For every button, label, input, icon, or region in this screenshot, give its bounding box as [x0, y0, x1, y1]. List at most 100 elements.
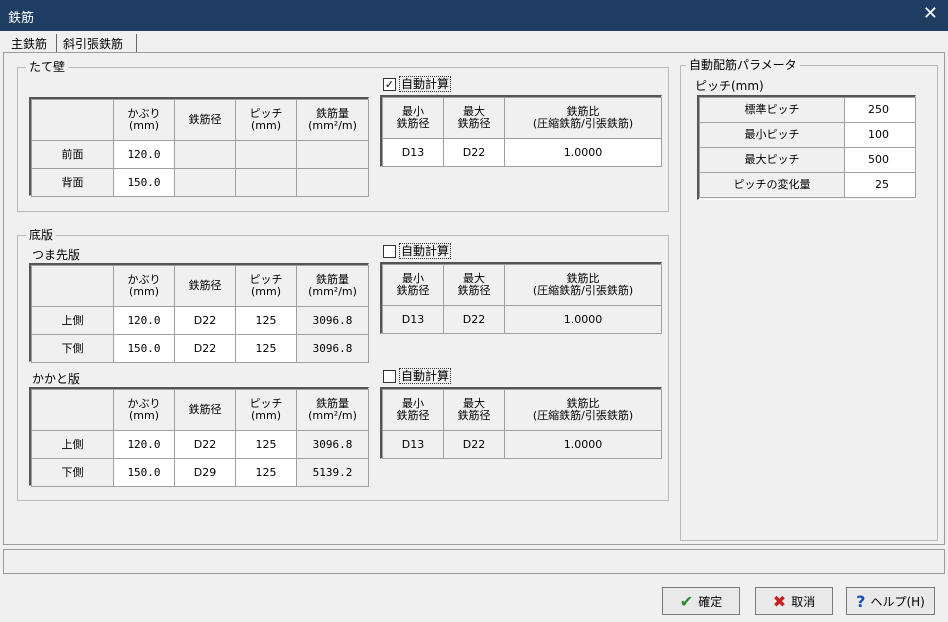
cell-area: 3096.8 [296, 430, 369, 459]
param-value-max-pitch[interactable]: 500 [844, 147, 916, 173]
tab-main-rebar[interactable]: 主鉄筋 [7, 34, 52, 54]
cell-min-diameter: D13 [382, 305, 444, 334]
cell-pitch[interactable]: 125 [235, 430, 297, 459]
cell-diameter[interactable]: D29 [174, 458, 236, 487]
table-corner [31, 99, 114, 141]
param-label-pitch-step: ピッチの変化量 [699, 172, 845, 198]
header-area: 鉄筋量 (mm²/m) [296, 265, 369, 307]
cell-diameter[interactable]: D22 [174, 306, 236, 335]
header-diameter: 鉄筋径 [174, 265, 236, 307]
close-icon[interactable]: ✕ [923, 3, 938, 24]
cell-diameter[interactable]: D22 [174, 334, 236, 363]
param-value-standard-pitch[interactable]: 250 [844, 97, 916, 123]
header-max-diameter: 最大 鉄筋径 [443, 389, 505, 431]
cell-max-diameter: D22 [443, 430, 505, 459]
auto-calc-label[interactable]: 自動計算 [399, 368, 452, 384]
header-pitch: ピッチ (mm) [235, 265, 297, 307]
row-header-front: 前面 [31, 140, 114, 169]
toe-auto-calc-checkbox[interactable]: 自動計算 [383, 243, 452, 259]
heel-rebar-table: かぶり (mm) 鉄筋径 ピッチ (mm) 鉄筋量 (mm²/m) 上側 120… [31, 389, 369, 487]
cell-pitch[interactable]: 125 [235, 334, 297, 363]
tab-divider [136, 34, 137, 52]
heel-label: かかと版 [32, 372, 81, 386]
row-header-lower: 下側 [31, 458, 114, 487]
heel-auto-table: 最小 鉄筋径 最大 鉄筋径 鉄筋比 (圧縮鉄筋/引張鉄筋) D13 D22 1.… [382, 389, 662, 459]
cell-pitch [235, 168, 297, 197]
cell-diameter [174, 168, 236, 197]
param-value-pitch-step[interactable]: 25 [844, 172, 916, 198]
header-ratio: 鉄筋比 (圧縮鉄筋/引張鉄筋) [504, 389, 662, 431]
header-cover: かぶり (mm) [113, 99, 175, 141]
header-max-diameter: 最大 鉄筋径 [443, 264, 505, 306]
header-min-diameter: 最小 鉄筋径 [382, 97, 444, 139]
row-header-upper: 上側 [31, 306, 114, 335]
header-min-diameter: 最小 鉄筋径 [382, 389, 444, 431]
table-corner [31, 389, 114, 431]
cell-pitch[interactable]: 125 [235, 306, 297, 335]
cell-max-diameter[interactable]: D22 [443, 138, 505, 167]
row-header-upper: 上側 [31, 430, 114, 459]
header-pitch: ピッチ (mm) [235, 99, 297, 141]
pitch-params-table: 標準ピッチ 250 最小ピッチ 100 最大ピッチ 500 ピッチの変化量 25 [699, 97, 916, 198]
toe-rebar-table: かぶり (mm) 鉄筋径 ピッチ (mm) 鉄筋量 (mm²/m) 上側 120… [31, 265, 369, 363]
params-group-label: 自動配筋パラメータ [686, 58, 800, 72]
status-bar [3, 549, 945, 574]
header-area: 鉄筋量 (mm²/m) [296, 389, 369, 431]
cell-pitch [235, 140, 297, 169]
cell-ratio: 1.0000 [504, 305, 662, 334]
cell-min-diameter: D13 [382, 430, 444, 459]
cell-area: 5139.2 [296, 458, 369, 487]
cancel-button-label: 取消 [791, 594, 816, 609]
cell-ratio[interactable]: 1.0000 [504, 138, 662, 167]
cross-icon: ✖ [772, 591, 787, 611]
cell-diameter [174, 140, 236, 169]
header-diameter: 鉄筋径 [174, 389, 236, 431]
wall-auto-calc-checkbox[interactable]: ✓ 自動計算 [383, 76, 452, 92]
wall-rebar-table: かぶり (mm) 鉄筋径 ピッチ (mm) 鉄筋量 (mm²/m) 前面 120… [31, 99, 369, 197]
wall-auto-table: 最小 鉄筋径 最大 鉄筋径 鉄筋比 (圧縮鉄筋/引張鉄筋) D13 D22 1.… [382, 97, 662, 167]
header-max-diameter: 最大 鉄筋径 [443, 97, 505, 139]
cell-cover[interactable]: 150.0 [113, 334, 175, 363]
window-title: 鉄筋 [8, 11, 35, 26]
header-cover: かぶり (mm) [113, 389, 175, 431]
cell-cover[interactable]: 120.0 [113, 140, 175, 169]
toe-label: つま先版 [32, 248, 81, 262]
wall-group-label: たて壁 [26, 60, 69, 74]
table-corner [31, 265, 114, 307]
cell-min-diameter[interactable]: D13 [382, 138, 444, 167]
toe-auto-table: 最小 鉄筋径 最大 鉄筋径 鉄筋比 (圧縮鉄筋/引張鉄筋) D13 D22 1.… [382, 264, 662, 334]
tab-divider [56, 34, 57, 52]
param-label-min-pitch: 最小ピッチ [699, 122, 845, 148]
cell-max-diameter: D22 [443, 305, 505, 334]
auto-calc-label[interactable]: 自動計算 [399, 76, 452, 92]
help-button-label: ヘルプ(H) [870, 594, 925, 609]
help-icon: ? [856, 591, 866, 611]
row-header-back: 背面 [31, 168, 114, 197]
header-area: 鉄筋量 (mm²/m) [296, 99, 369, 141]
cancel-button[interactable]: ✖ 取消 [755, 587, 833, 615]
header-pitch: ピッチ (mm) [235, 389, 297, 431]
heel-auto-calc-checkbox[interactable]: 自動計算 [383, 368, 452, 384]
checkbox-checked-icon[interactable]: ✓ [383, 77, 396, 91]
checkbox-unchecked-icon[interactable] [383, 369, 396, 383]
cell-cover[interactable]: 120.0 [113, 430, 175, 459]
header-ratio: 鉄筋比 (圧縮鉄筋/引張鉄筋) [504, 97, 662, 139]
ok-button[interactable]: ✔ 確定 [662, 587, 740, 615]
row-header-lower: 下側 [31, 334, 114, 363]
header-min-diameter: 最小 鉄筋径 [382, 264, 444, 306]
cell-area: 3096.8 [296, 306, 369, 335]
cell-cover[interactable]: 120.0 [113, 306, 175, 335]
param-label-standard-pitch: 標準ピッチ [699, 97, 845, 123]
cell-cover[interactable]: 150.0 [113, 458, 175, 487]
param-value-min-pitch[interactable]: 100 [844, 122, 916, 148]
cell-pitch[interactable]: 125 [235, 458, 297, 487]
pitch-unit-label: ピッチ(mm) [695, 79, 764, 93]
auto-calc-label[interactable]: 自動計算 [399, 243, 452, 259]
checkbox-unchecked-icon[interactable] [383, 244, 396, 258]
cell-diameter[interactable]: D22 [174, 430, 236, 459]
help-button[interactable]: ? ヘルプ(H) [846, 587, 935, 615]
cell-area: 3096.8 [296, 334, 369, 363]
cell-area [296, 168, 369, 197]
cell-cover[interactable]: 150.0 [113, 168, 175, 197]
tab-shear-rebar[interactable]: 斜引張鉄筋 [59, 34, 127, 54]
